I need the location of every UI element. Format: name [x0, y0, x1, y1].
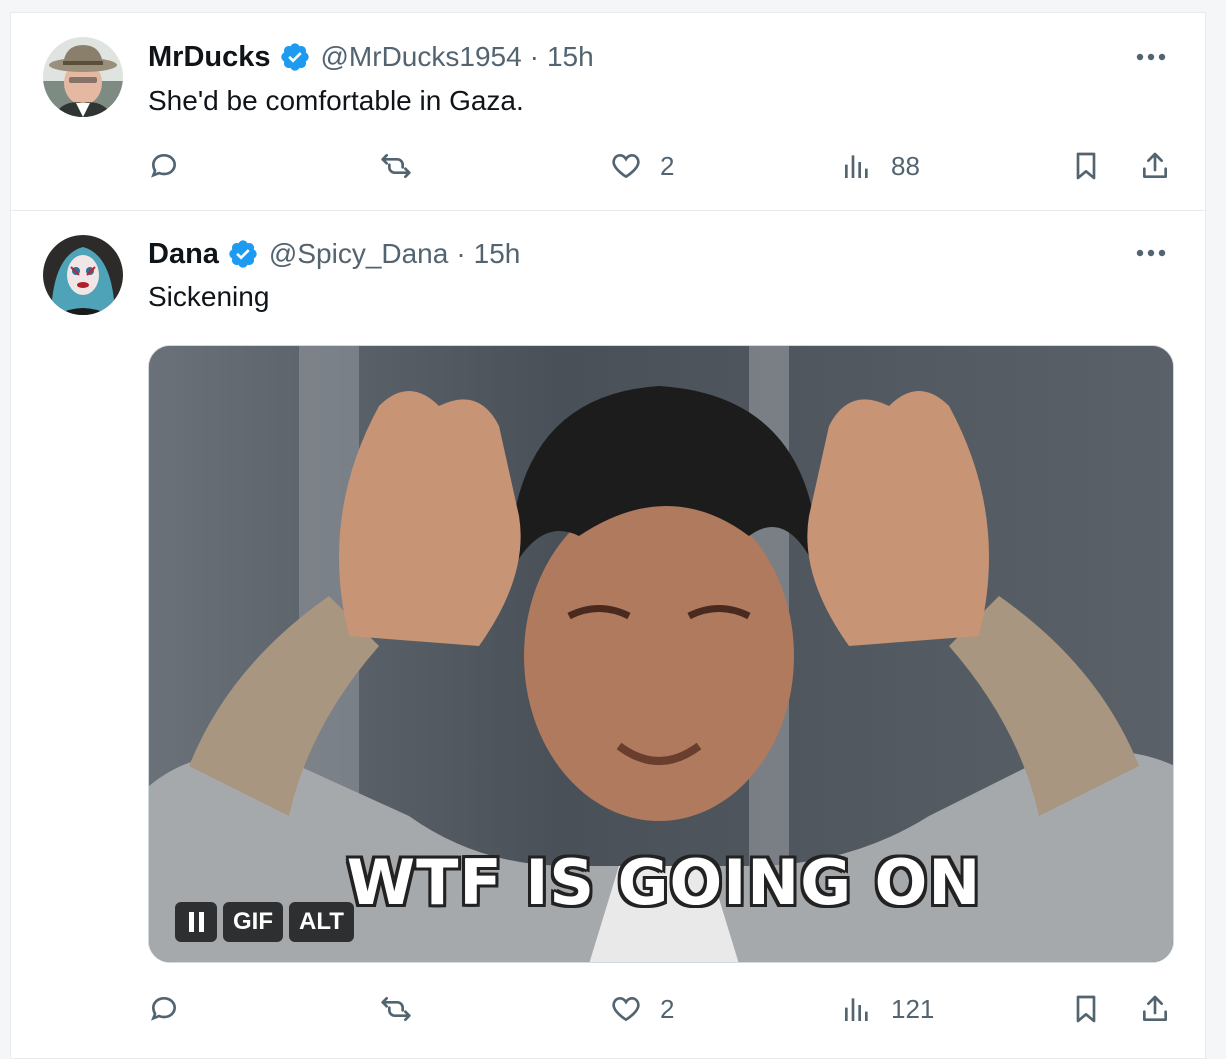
view-count: 121: [891, 993, 935, 1024]
share-button[interactable]: [1139, 144, 1171, 188]
gif-caption: WTF IS GOING ON: [346, 846, 982, 919]
timeline-feed: MrDucks @MrDucks1954 · 15h She'd be comf…: [10, 12, 1207, 1059]
tweet[interactable]: MrDucks @MrDucks1954 · 15h She'd be comf…: [11, 13, 1207, 211]
gif-badge: GIF: [223, 902, 283, 942]
tweet-text: She'd be comfortable in Gaza.: [148, 85, 524, 116]
pause-button[interactable]: [175, 902, 217, 942]
avatar[interactable]: [43, 235, 123, 315]
view-count: 88: [891, 150, 920, 181]
pause-icon: [188, 912, 204, 932]
share-icon: [1143, 995, 1167, 1021]
retweet-button[interactable]: [380, 144, 430, 188]
media-controls: GIF ALT: [175, 902, 354, 942]
gif-media[interactable]: WTF IS GOING ON GIF ALT: [148, 345, 1174, 963]
bookmark-icon: [1076, 152, 1096, 180]
views-icon: [845, 998, 868, 1021]
tweet-header: MrDucks @MrDucks1954 · 15h: [148, 37, 594, 77]
bookmark-button[interactable]: [1070, 144, 1102, 188]
like-icon: [612, 996, 640, 1022]
like-button[interactable]: 2: [610, 987, 674, 1031]
reply-icon: [151, 996, 177, 1021]
action-bar: 2 88: [148, 144, 1178, 188]
reply-icon: [151, 153, 177, 178]
like-button[interactable]: 2: [610, 144, 674, 188]
reply-button[interactable]: [148, 987, 198, 1031]
timestamp[interactable]: 15h: [547, 41, 594, 73]
views-button[interactable]: 121: [841, 987, 934, 1031]
more-icon[interactable]: [1131, 37, 1171, 77]
retweet-icon: [381, 997, 411, 1021]
handle[interactable]: @MrDucks1954: [321, 41, 522, 73]
bookmark-icon: [1076, 995, 1096, 1023]
action-bar: 2 121: [148, 987, 1178, 1031]
more-icon[interactable]: [1131, 233, 1171, 273]
tweet-header: Dana @Spicy_Dana · 15h: [148, 234, 520, 274]
separator: ·: [529, 41, 539, 72]
tweet[interactable]: Dana @Spicy_Dana · 15h Sickening WTF IS …: [11, 211, 1207, 1059]
like-count: 2: [660, 993, 675, 1024]
verified-badge-icon: [279, 41, 311, 73]
alt-text-button[interactable]: ALT: [289, 902, 354, 942]
views-button[interactable]: 88: [841, 144, 920, 188]
retweet-icon: [381, 154, 411, 178]
retweet-button[interactable]: [380, 987, 430, 1031]
views-icon: [845, 155, 868, 178]
display-name[interactable]: Dana: [148, 238, 219, 271]
reply-button[interactable]: [148, 144, 198, 188]
timestamp[interactable]: 15h: [474, 238, 521, 270]
bookmark-button[interactable]: [1070, 987, 1102, 1031]
like-count: 2: [660, 150, 675, 181]
handle[interactable]: @Spicy_Dana: [269, 238, 448, 270]
display-name[interactable]: MrDucks: [148, 41, 271, 74]
share-button[interactable]: [1139, 987, 1171, 1031]
like-icon: [612, 153, 640, 179]
avatar[interactable]: [43, 37, 123, 117]
separator: ·: [456, 238, 466, 269]
tweet-text: Sickening: [148, 281, 270, 312]
share-icon: [1143, 152, 1167, 178]
verified-badge-icon: [227, 238, 259, 270]
